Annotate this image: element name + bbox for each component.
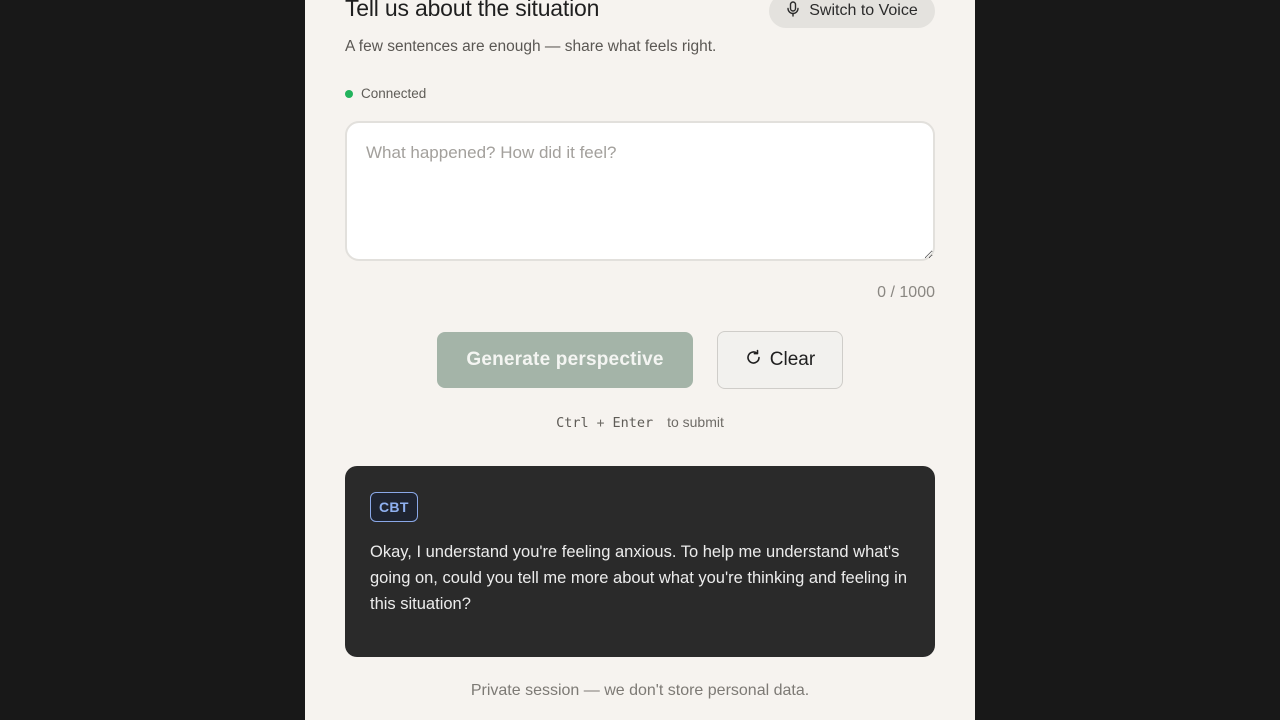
page-subtitle: A few sentences are enough — share what … [345,38,717,55]
status-label: Connected [361,86,427,101]
connection-status: Connected [345,86,426,101]
character-counter: 0 / 1000 [877,284,935,301]
response-card: CBT Okay, I understand you're feeling an… [345,466,935,657]
switch-to-voice-label: Switch to Voice [809,2,918,19]
situation-input[interactable] [345,121,935,261]
shortcut-key-ctrl: Ctrl [556,415,589,431]
situation-input-wrapper [345,121,935,261]
shortcut-plus: + [596,416,605,431]
privacy-note: Private session — we don't store persona… [470,682,810,699]
refresh-icon [745,349,762,372]
cbt-badge: CBT [370,492,418,522]
main-panel: Tell us about the situation Switch to Vo… [305,0,975,720]
keyboard-shortcut-hint: Ctrl + Enter to submit [305,414,975,431]
page-title: Tell us about the situation [345,0,600,21]
generate-perspective-button[interactable]: Generate perspective [437,332,693,388]
shortcut-key-enter: Enter [612,415,654,431]
status-dot-icon [345,89,353,98]
shortcut-suffix: to submit [667,414,724,430]
generate-perspective-label: Generate perspective [466,349,664,370]
clear-button[interactable]: Clear [717,331,843,389]
microphone-icon [786,0,800,22]
switch-to-voice-button[interactable]: Switch to Voice [769,0,935,28]
response-text: Okay, I understand you're feeling anxiou… [370,543,907,613]
clear-label: Clear [769,349,816,370]
